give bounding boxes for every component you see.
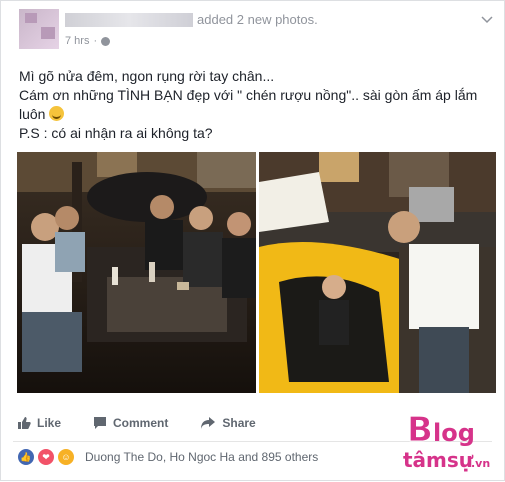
- comment-icon: [94, 417, 107, 429]
- globe-icon: [101, 36, 111, 46]
- reactions-summary[interactable]: 👍 ❤ ☺ Duong The Do, Ho Ngoc Ha and 895 o…: [17, 448, 318, 466]
- thumbs-up-icon: [18, 417, 31, 429]
- caption-line-3: P.S : có ai nhận ra ai không ta?: [19, 125, 213, 141]
- like-icon: 👍: [17, 448, 35, 466]
- post-header: added 2 new photos. 7 hrs ·: [9, 7, 496, 57]
- share-button[interactable]: Share: [200, 413, 256, 433]
- avatar[interactable]: [19, 9, 59, 49]
- haha-icon: ☺: [57, 448, 75, 466]
- comment-label: Comment: [113, 416, 169, 430]
- blog-tamsu-watermark-logo: B log tâmsự .vn: [399, 405, 499, 477]
- love-icon: ❤: [37, 448, 55, 466]
- timestamp-separator: ·: [93, 35, 98, 47]
- caption-line-1: Mì gõ nửa đêm, ngon rụng rời tay chân...: [19, 68, 275, 84]
- photo-grid: [17, 152, 496, 393]
- share-arrow-icon: [201, 417, 216, 429]
- like-button[interactable]: Like: [17, 413, 61, 433]
- chevron-down-icon[interactable]: [480, 15, 494, 25]
- share-label: Share: [222, 416, 256, 430]
- post-caption: Mì gõ nửa đêm, ngon rụng rời tay chân...…: [19, 67, 489, 143]
- author-name-blurred[interactable]: [65, 13, 193, 27]
- photo-2[interactable]: [259, 152, 496, 393]
- svg-text:.vn: .vn: [471, 457, 490, 470]
- timestamp-text: 7 hrs: [65, 35, 90, 47]
- post-action-text: added 2 new photos.: [197, 12, 318, 27]
- svg-text:log: log: [433, 419, 475, 447]
- caption-line-2: Cám ơn những TÌNH BẠN đẹp với " chén rượ…: [19, 87, 478, 122]
- reactions-text: Duong The Do, Ho Ngoc Ha and 895 others: [85, 450, 319, 464]
- like-label: Like: [37, 416, 62, 430]
- facebook-post: added 2 new photos. 7 hrs · Mì gõ nửa đê…: [0, 0, 505, 481]
- comment-button[interactable]: Comment: [93, 413, 168, 433]
- photo-1[interactable]: [17, 152, 256, 393]
- post-timestamp[interactable]: 7 hrs ·: [65, 35, 111, 47]
- svg-text:B: B: [407, 410, 433, 450]
- smile-emoji-icon: [49, 106, 65, 121]
- svg-text:tâmsự: tâmsự: [403, 448, 474, 472]
